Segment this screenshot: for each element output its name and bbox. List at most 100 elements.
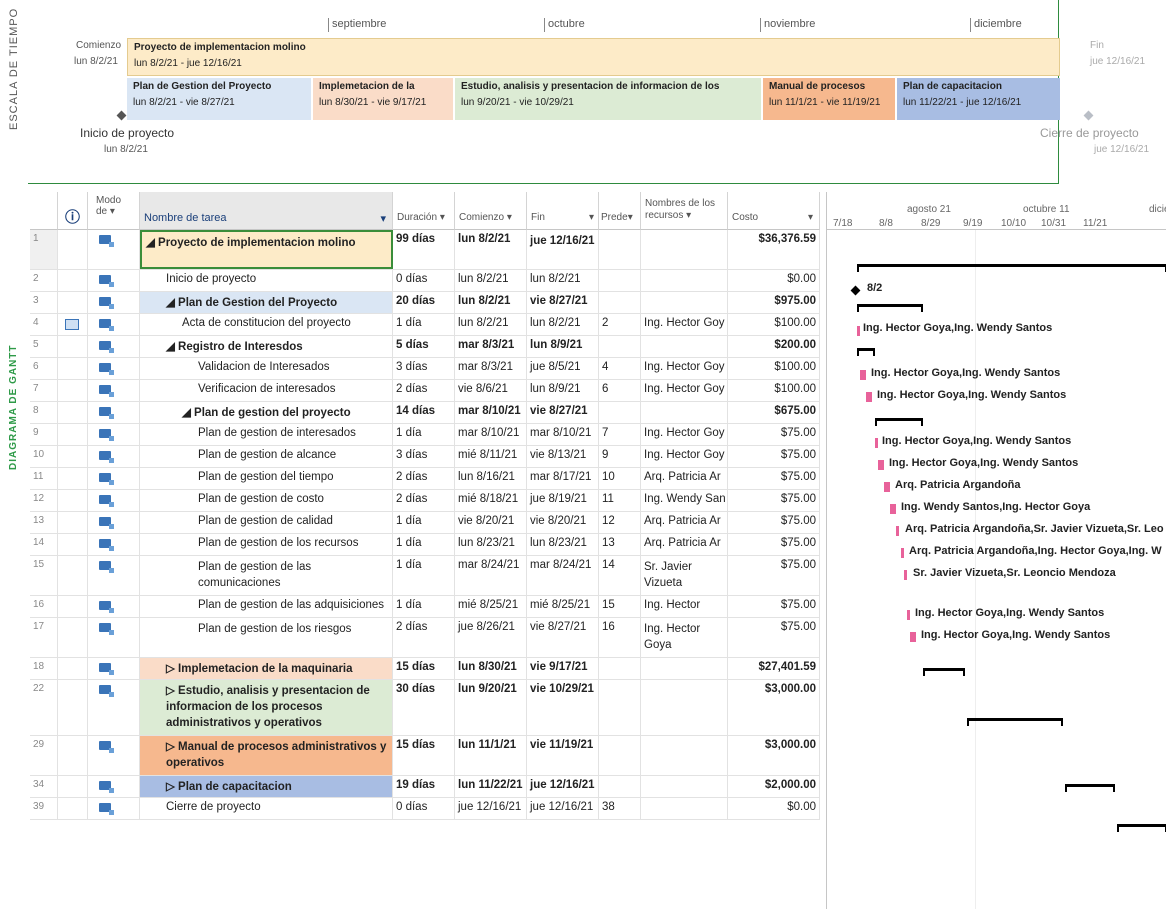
resource-cell[interactable]: Ing. Hector Goy <box>641 358 728 379</box>
cost-cell[interactable]: $100.00 <box>728 314 820 335</box>
info-cell[interactable] <box>58 270 88 291</box>
table-row[interactable]: 7 Verificacion de interesados 2 días vie 8/… <box>30 380 820 402</box>
info-cell[interactable] <box>58 680 88 735</box>
table-row[interactable]: 15 Plan de gestion de las comunicaciones 1… <box>30 556 820 596</box>
task-name[interactable]: Inicio de proyecto <box>140 270 393 291</box>
col-header-pred[interactable]: Prede▾ <box>599 192 641 230</box>
resource-cell[interactable]: Sr. Javier Vizueta <box>641 556 728 595</box>
task-name[interactable]: Plan de gestion de las comunicaciones <box>140 556 393 595</box>
finish-cell[interactable]: vie 8/27/21 <box>527 402 599 423</box>
row-number[interactable]: 5 <box>30 336 58 357</box>
col-header-name[interactable]: Nombre de tarea ▾ <box>140 192 393 230</box>
table-row[interactable]: 10 Plan de gestion de alcance 3 días mié 8/… <box>30 446 820 468</box>
table-row[interactable]: 22 ▷ Estudio, analisis y presentacion de … <box>30 680 820 736</box>
start-cell[interactable]: lun 11/22/21 <box>455 776 527 797</box>
cost-cell[interactable]: $75.00 <box>728 596 820 617</box>
predecessor-cell[interactable]: 16 <box>599 618 641 657</box>
cost-cell[interactable]: $75.00 <box>728 618 820 657</box>
task-bar[interactable] <box>878 460 884 470</box>
cost-cell[interactable]: $675.00 <box>728 402 820 423</box>
finish-cell[interactable]: lun 8/2/21 <box>527 270 599 291</box>
duration-cell[interactable]: 0 días <box>393 798 455 819</box>
duration-cell[interactable]: 1 día <box>393 314 455 335</box>
row-number[interactable]: 12 <box>30 490 58 511</box>
resource-cell[interactable]: Ing. Hector Goy <box>641 380 728 401</box>
predecessor-cell[interactable] <box>599 402 641 423</box>
task-mode-cell[interactable] <box>88 468 140 489</box>
cost-cell[interactable]: $75.00 <box>728 424 820 445</box>
task-name[interactable]: Validacion de Interesados <box>140 358 393 379</box>
task-mode-cell[interactable] <box>88 270 140 291</box>
info-cell[interactable] <box>58 424 88 445</box>
table-row[interactable]: 13 Plan de gestion de calidad 1 día vie 8/2… <box>30 512 820 534</box>
finish-cell[interactable]: vie 11/19/21 <box>527 736 599 775</box>
resource-cell[interactable] <box>641 230 728 269</box>
finish-cell[interactable]: mar 8/24/21 <box>527 556 599 595</box>
info-cell[interactable] <box>58 618 88 657</box>
duration-cell[interactable]: 1 día <box>393 424 455 445</box>
start-cell[interactable]: lun 8/2/21 <box>455 270 527 291</box>
info-cell[interactable] <box>58 658 88 679</box>
cost-cell[interactable]: $36,376.59 <box>728 230 820 269</box>
timeline-phase-bar[interactable]: Plan de Gestion del Proyecto lun 8/2/21 … <box>127 78 311 120</box>
predecessor-cell[interactable] <box>599 270 641 291</box>
table-row[interactable]: 29 ▷ Manual de procesos administrativos y… <box>30 736 820 776</box>
cost-cell[interactable]: $3,000.00 <box>728 736 820 775</box>
predecessor-cell[interactable]: 38 <box>599 798 641 819</box>
col-header-resources[interactable]: Nombres de los recursos ▾ <box>641 192 728 230</box>
predecessor-cell[interactable]: 11 <box>599 490 641 511</box>
info-cell[interactable] <box>58 336 88 357</box>
finish-cell[interactable]: vie 8/27/21 <box>527 618 599 657</box>
cost-cell[interactable]: $75.00 <box>728 512 820 533</box>
task-mode-cell[interactable] <box>88 736 140 775</box>
start-cell[interactable]: mié 8/25/21 <box>455 596 527 617</box>
summary-bar[interactable] <box>857 348 875 356</box>
table-row[interactable]: 1 ◢ Proyecto de implementacion molino 99 d… <box>30 230 820 270</box>
task-bar[interactable] <box>890 504 896 514</box>
finish-cell[interactable]: lun 8/9/21 <box>527 380 599 401</box>
table-row[interactable]: 2 Inicio de proyecto 0 días lun 8/2/21 lun 8… <box>30 270 820 292</box>
resource-cell[interactable]: Ing. Hector Goya <box>641 618 728 657</box>
predecessor-cell[interactable]: 7 <box>599 424 641 445</box>
task-mode-cell[interactable] <box>88 556 140 595</box>
predecessor-cell[interactable] <box>599 736 641 775</box>
task-bar[interactable] <box>904 570 907 580</box>
task-name[interactable]: ◢ Registro de Interesdos <box>140 336 393 357</box>
finish-cell[interactable]: lun 8/23/21 <box>527 534 599 555</box>
start-cell[interactable]: jue 12/16/21 <box>455 798 527 819</box>
duration-cell[interactable]: 3 días <box>393 446 455 467</box>
row-number[interactable]: 8 <box>30 402 58 423</box>
row-number[interactable]: 3 <box>30 292 58 313</box>
table-row[interactable]: 4 Acta de constitucion del proyecto 1 día l… <box>30 314 820 336</box>
predecessor-cell[interactable] <box>599 658 641 679</box>
duration-cell[interactable]: 15 días <box>393 736 455 775</box>
info-cell[interactable] <box>58 798 88 819</box>
finish-cell[interactable]: mar 8/10/21 <box>527 424 599 445</box>
start-cell[interactable]: mar 8/24/21 <box>455 556 527 595</box>
task-bar[interactable] <box>857 326 860 336</box>
task-mode-cell[interactable] <box>88 490 140 511</box>
task-bar[interactable] <box>901 548 904 558</box>
start-cell[interactable]: lun 11/1/21 <box>455 736 527 775</box>
task-name[interactable]: Plan de gestion de alcance <box>140 446 393 467</box>
start-cell[interactable]: lun 8/23/21 <box>455 534 527 555</box>
row-number[interactable]: 39 <box>30 798 58 819</box>
start-cell[interactable]: mar 8/10/21 <box>455 424 527 445</box>
resource-cell[interactable] <box>641 402 728 423</box>
task-mode-cell[interactable] <box>88 358 140 379</box>
resource-cell[interactable]: Ing. Hector Goy <box>641 424 728 445</box>
resource-cell[interactable]: Arq. Patricia Ar <box>641 468 728 489</box>
summary-bar[interactable] <box>875 418 923 426</box>
task-mode-cell[interactable] <box>88 658 140 679</box>
col-header-mode[interactable]: Modo de ▾ <box>88 192 140 230</box>
finish-cell[interactable]: vie 8/20/21 <box>527 512 599 533</box>
table-row[interactable]: 5 ◢ Registro de Interesdos 5 días mar 8/3/2… <box>30 336 820 358</box>
finish-cell[interactable]: vie 10/29/21 <box>527 680 599 735</box>
finish-cell[interactable]: jue 8/19/21 <box>527 490 599 511</box>
resource-cell[interactable]: Arq. Patricia Ar <box>641 512 728 533</box>
info-cell[interactable] <box>58 314 88 335</box>
task-bar[interactable] <box>866 392 872 402</box>
resource-cell[interactable] <box>641 292 728 313</box>
info-cell[interactable] <box>58 556 88 595</box>
resource-cell[interactable]: Ing. Hector <box>641 596 728 617</box>
